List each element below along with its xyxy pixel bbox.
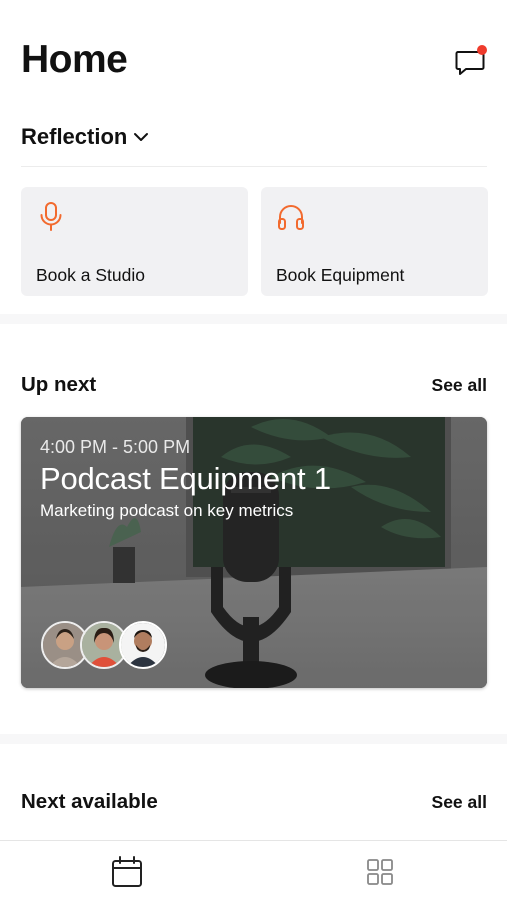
up-next-see-all-link[interactable]: See all <box>432 375 487 396</box>
workspace-label: Reflection <box>21 124 128 149</box>
calendar-icon <box>112 856 142 887</box>
microphone-icon <box>40 202 62 231</box>
up-next-header: Up next See all <box>21 370 487 400</box>
book-equipment-label: Book Equipment <box>276 265 405 285</box>
tab-grid[interactable] <box>363 855 397 889</box>
tab-calendar[interactable] <box>110 855 144 889</box>
section-separator <box>0 314 507 324</box>
booking-title: Podcast Equipment 1 <box>40 461 331 496</box>
page-title: Home <box>21 38 128 81</box>
book-studio-label: Book a Studio <box>36 265 145 285</box>
messages-button[interactable] <box>455 45 487 76</box>
header: Home <box>21 36 487 86</box>
chevron-down-icon <box>134 133 149 141</box>
grid-icon <box>367 859 393 885</box>
next-available-title: Next available <box>21 790 158 813</box>
book-equipment-button[interactable]: Book Equipment <box>261 187 488 296</box>
notification-dot <box>477 45 487 55</box>
up-next-title: Up next <box>21 373 97 396</box>
book-studio-button[interactable]: Book a Studio <box>21 187 248 296</box>
next-available-header: Next available See all <box>21 787 487 817</box>
tab-bar <box>0 840 507 900</box>
section-separator <box>0 734 507 744</box>
workspace-selector[interactable]: Reflection <box>21 124 149 150</box>
next-available-see-all-link[interactable]: See all <box>432 792 487 813</box>
booking-subtitle: Marketing podcast on key metrics <box>40 501 294 520</box>
booking-card[interactable]: 4:00 PM - 5:00 PM Podcast Equipment 1 Ma… <box>21 417 487 688</box>
headphones-icon <box>278 205 304 230</box>
avatar <box>119 621 167 669</box>
booking-time: 4:00 PM - 5:00 PM <box>40 437 191 457</box>
divider <box>21 166 487 167</box>
